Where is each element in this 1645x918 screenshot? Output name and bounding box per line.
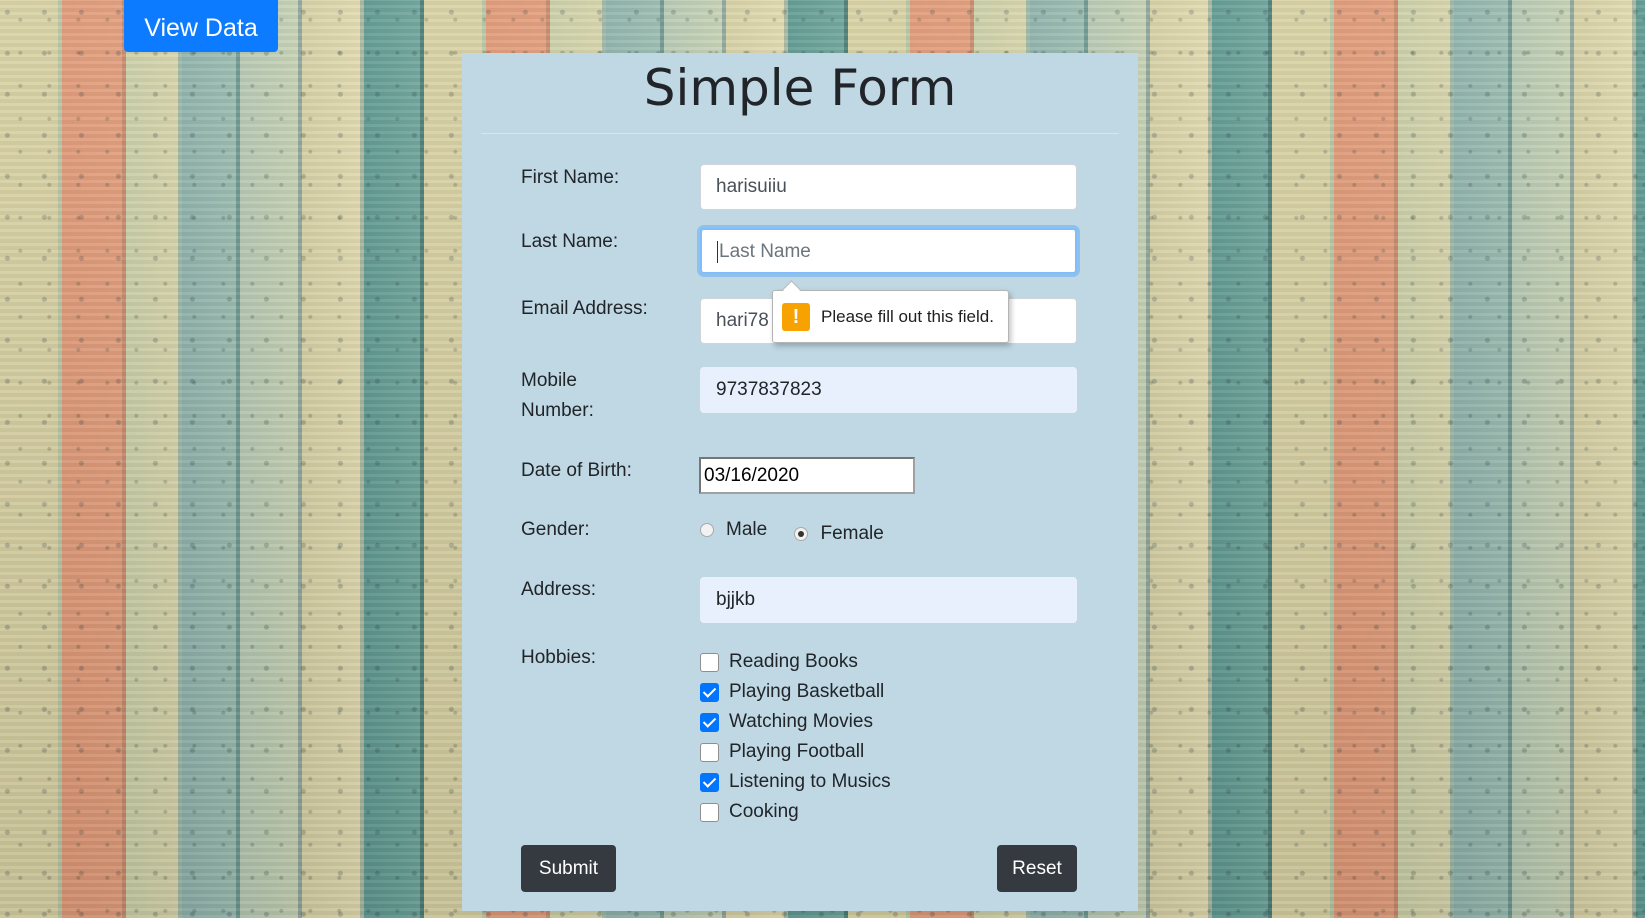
mobile-label-line1: Mobile bbox=[521, 370, 577, 391]
hobby-label: Playing Football bbox=[729, 741, 865, 762]
mobile-input[interactable] bbox=[700, 367, 1077, 413]
hobby-checkbox-cooking[interactable] bbox=[700, 802, 719, 822]
gender-option-female[interactable]: Female bbox=[794, 519, 884, 549]
female-radio[interactable] bbox=[794, 527, 809, 541]
simple-form-card: Simple Form First Name: Last Name: Last … bbox=[462, 53, 1138, 911]
hobby-item[interactable]: Playing Football bbox=[700, 737, 891, 767]
last-name-label: Last Name: bbox=[521, 231, 619, 252]
gender-option-male[interactable]: Male bbox=[700, 515, 767, 545]
address-label: Address: bbox=[521, 579, 596, 600]
hobbies-list: Reading Books Playing Basketball Watchin… bbox=[700, 647, 891, 827]
hobby-checkbox-playing-football[interactable] bbox=[700, 742, 719, 762]
title-divider bbox=[481, 133, 1119, 134]
hobbies-label: Hobbies: bbox=[521, 647, 596, 668]
gender-radio-group: Male Female bbox=[700, 515, 906, 549]
last-name-input[interactable]: Last Name bbox=[700, 228, 1077, 274]
hobby-label: Cooking bbox=[729, 801, 799, 822]
dob-input[interactable]: 03/16/2020 bbox=[699, 457, 915, 494]
female-label: Female bbox=[820, 523, 884, 544]
submit-button[interactable]: Submit bbox=[521, 845, 616, 892]
text-caret bbox=[717, 240, 718, 263]
address-input[interactable] bbox=[700, 577, 1077, 623]
hobby-checkbox-playing-basketball[interactable] bbox=[700, 682, 719, 702]
male-radio[interactable] bbox=[700, 523, 714, 537]
hobby-item[interactable]: Playing Basketball bbox=[700, 677, 891, 707]
hobby-label: Listening to Musics bbox=[729, 771, 891, 792]
email-label: Email Address: bbox=[521, 298, 648, 319]
hobby-label: Reading Books bbox=[729, 651, 858, 672]
dob-label: Date of Birth: bbox=[521, 460, 632, 481]
mobile-label-line2: Number: bbox=[521, 400, 594, 421]
hobby-item[interactable]: Cooking bbox=[700, 797, 891, 827]
hobby-label: Playing Basketball bbox=[729, 681, 885, 702]
hobby-item[interactable]: Reading Books bbox=[700, 647, 891, 677]
first-name-input[interactable] bbox=[700, 164, 1077, 210]
view-data-button[interactable]: View Data bbox=[124, 0, 278, 52]
warning-icon: ! bbox=[782, 302, 810, 331]
reset-button[interactable]: Reset bbox=[997, 845, 1077, 892]
hobby-item[interactable]: Listening to Musics bbox=[700, 767, 891, 797]
male-label: Male bbox=[726, 519, 768, 540]
validation-message: Please fill out this field. bbox=[821, 306, 994, 326]
first-name-label: First Name: bbox=[521, 167, 620, 188]
last-name-placeholder: Last Name bbox=[719, 241, 811, 262]
hobby-checkbox-listening-to-musics[interactable] bbox=[700, 772, 719, 792]
gender-label: Gender: bbox=[521, 519, 590, 540]
hobby-item[interactable]: Watching Movies bbox=[700, 707, 891, 737]
validation-tooltip: ! Please fill out this field. bbox=[772, 290, 1009, 343]
form-title: Simple Form bbox=[643, 59, 957, 117]
hobby-checkbox-reading-books[interactable] bbox=[700, 652, 719, 672]
hobby-label: Watching Movies bbox=[729, 711, 873, 732]
hobby-checkbox-watching-movies[interactable] bbox=[700, 712, 719, 732]
